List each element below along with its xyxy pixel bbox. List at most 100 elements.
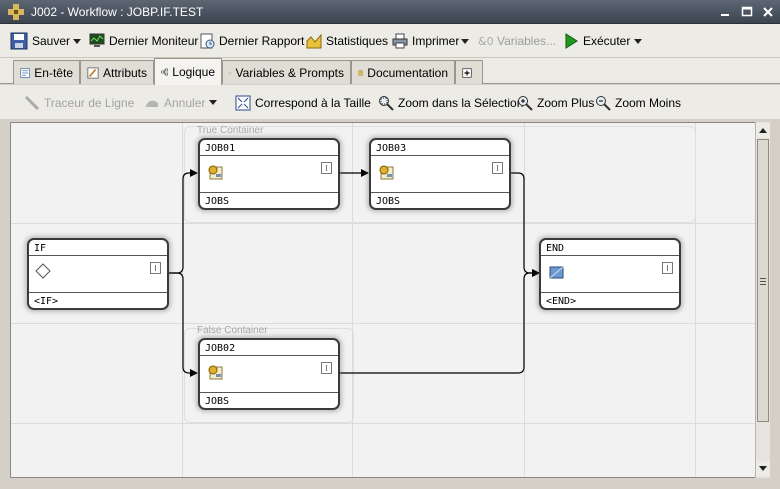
- line-tracer-label: Traceur de Ligne: [44, 96, 135, 110]
- node-divider: [371, 192, 509, 193]
- note-icon[interactable]: [662, 262, 673, 274]
- statistics-button[interactable]: Statistiques: [306, 32, 388, 50]
- node-name: JOB02: [205, 343, 236, 354]
- tab-label: Variables & Prompts: [235, 65, 345, 80]
- edge-job03-end: [511, 172, 540, 277]
- variables-icon: &0: [478, 35, 493, 48]
- tab-label: Logique: [172, 65, 215, 79]
- zoom-in-button[interactable]: Zoom Plus: [517, 94, 594, 112]
- workflow-node-job01[interactable]: JOB01 JOBS: [198, 138, 340, 210]
- note-icon[interactable]: [492, 162, 503, 174]
- vertical-scrollbar[interactable]: [755, 122, 770, 478]
- print-button[interactable]: Imprimer: [392, 32, 459, 50]
- editor-toolbar: Traceur de Ligne Annuler Correspond à la…: [0, 85, 780, 119]
- edge-job02-end: [340, 269, 540, 374]
- undo-button[interactable]: Annuler: [144, 94, 205, 112]
- last-monitor-button[interactable]: Dernier Moniteur: [89, 32, 198, 50]
- workflow-canvas[interactable]: True Container False Container IF <IF> J…: [10, 122, 770, 478]
- save-dropdown-chevron-icon[interactable]: [73, 39, 81, 44]
- zoom-in-icon: [518, 96, 533, 111]
- execute-button[interactable]: Exécuter: [563, 32, 630, 50]
- tab-attributes[interactable]: Attributs: [80, 60, 154, 84]
- undo-label: Annuler: [164, 96, 206, 110]
- zoom-selection-icon: [379, 96, 394, 111]
- maximize-icon[interactable]: [740, 5, 754, 19]
- zoom-selection-button[interactable]: Zoom dans la Sélection: [378, 94, 523, 112]
- node-type: JOBS: [205, 196, 230, 207]
- execute-label: Exécuter: [583, 34, 631, 48]
- fit-size-icon: [235, 95, 251, 111]
- node-divider: [29, 292, 167, 293]
- tab-label: En-tête: [34, 65, 73, 80]
- last-report-button[interactable]: Dernier Rapport: [199, 32, 304, 50]
- node-name: JOB03: [376, 143, 407, 154]
- tab-documentation[interactable]: Documentation: [351, 60, 455, 84]
- undo-dropdown-chevron-icon[interactable]: [209, 100, 217, 105]
- play-icon: [565, 33, 578, 49]
- node-name: END: [546, 243, 565, 254]
- node-divider: [541, 255, 679, 256]
- note-icon[interactable]: [321, 162, 332, 174]
- logic-icon: [161, 68, 169, 76]
- job-icon: [208, 365, 223, 380]
- node-type: JOBS: [376, 196, 401, 207]
- documentation-icon: [358, 70, 363, 75]
- svg-text:&0: &0: [478, 35, 493, 48]
- node-divider: [200, 392, 338, 393]
- statistics-icon: [306, 33, 322, 49]
- close-icon[interactable]: [761, 5, 775, 19]
- last-report-label: Dernier Rapport: [219, 34, 305, 48]
- variables-label: Variables...: [497, 34, 557, 48]
- fit-size-label: Correspond à la Taille: [255, 96, 371, 110]
- variables-button[interactable]: &0 Variables...: [477, 32, 556, 50]
- node-divider: [200, 355, 338, 356]
- fit-size-button[interactable]: Correspond à la Taille: [235, 94, 371, 112]
- diamond-icon: [35, 263, 51, 279]
- tab-variables-prompts[interactable]: x0 Variables & Prompts: [222, 60, 351, 84]
- title-bar: J002 - Workflow : JOBP.IF.TEST: [0, 0, 780, 24]
- variables-prompts-icon: x0: [229, 71, 232, 74]
- grip-line: [760, 284, 766, 285]
- node-name: IF: [34, 243, 47, 254]
- grip-line: [760, 278, 766, 279]
- window-title: J002 - Workflow : JOBP.IF.TEST: [31, 5, 204, 19]
- workflow-node-if[interactable]: IF <IF>: [27, 238, 169, 310]
- end-icon: [549, 266, 564, 279]
- line-tracer-button[interactable]: Traceur de Ligne: [24, 94, 134, 112]
- print-dropdown-chevron-icon[interactable]: [461, 39, 469, 44]
- node-type: JOBS: [205, 396, 230, 407]
- zoom-out-label: Zoom Moins: [615, 96, 682, 110]
- node-name: JOB01: [205, 143, 236, 154]
- tab-header[interactable]: En-tête: [13, 60, 80, 84]
- save-button[interactable]: Sauver: [10, 32, 70, 50]
- node-divider: [29, 255, 167, 256]
- workflow-node-end[interactable]: END <END>: [539, 238, 681, 310]
- zoom-in-label: Zoom Plus: [537, 96, 595, 110]
- tab-logic[interactable]: Logique: [154, 58, 222, 85]
- minimize-icon[interactable]: [718, 5, 732, 19]
- node-type: <END>: [546, 296, 577, 307]
- workflow-node-job02[interactable]: JOB02 JOBS: [198, 338, 340, 410]
- report-icon: [200, 33, 215, 49]
- add-tab-icon: [462, 67, 472, 78]
- job-icon: [379, 165, 394, 180]
- attributes-icon: [87, 66, 99, 79]
- zoom-out-button[interactable]: Zoom Moins: [595, 94, 681, 112]
- execute-dropdown-chevron-icon[interactable]: [634, 39, 642, 44]
- note-icon[interactable]: [321, 362, 332, 374]
- tab-label: Attributs: [102, 65, 147, 80]
- scrollbar-thumb[interactable]: [757, 139, 769, 422]
- tab-label: Documentation: [367, 65, 448, 80]
- scroll-up-icon[interactable]: [756, 123, 770, 138]
- note-icon[interactable]: [150, 262, 161, 274]
- save-icon: [10, 32, 28, 50]
- node-divider: [541, 292, 679, 293]
- last-monitor-label: Dernier Moniteur: [109, 34, 199, 48]
- node-type: <IF>: [34, 296, 59, 307]
- scroll-down-icon[interactable]: [756, 461, 770, 476]
- workflow-node-job03[interactable]: JOB03 JOBS: [369, 138, 511, 210]
- printer-icon: [392, 33, 408, 49]
- save-label: Sauver: [32, 34, 71, 48]
- tab-add[interactable]: [455, 60, 483, 84]
- zoom-out-icon: [596, 96, 611, 111]
